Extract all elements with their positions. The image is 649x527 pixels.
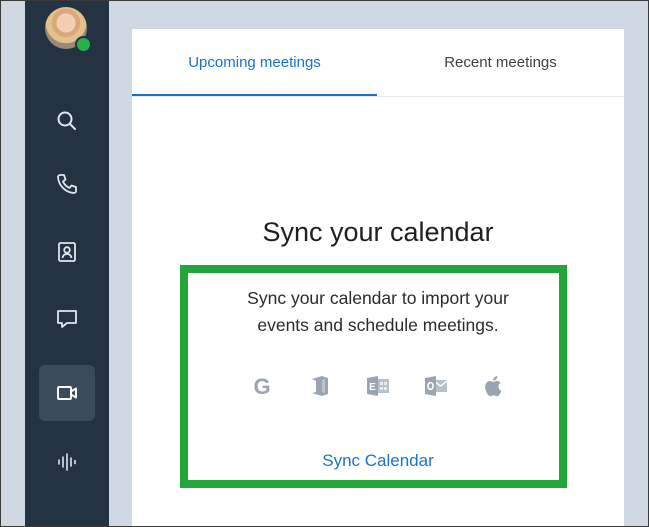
contact-card-icon <box>55 240 79 264</box>
office-icon[interactable] <box>306 372 334 400</box>
description-line-2: events and schedule meetings. <box>257 315 499 335</box>
svg-text:G: G <box>253 374 270 399</box>
sidebar-item-chat[interactable] <box>39 291 95 347</box>
active-tab-indicator <box>132 94 377 96</box>
sidebar-item-contacts[interactable] <box>39 224 95 280</box>
app-window: Upcoming meetings Recent meetings Sync y… <box>0 0 649 527</box>
sidebar-item-search[interactable] <box>39 93 95 149</box>
sidebar <box>25 1 109 526</box>
sync-calendar-link[interactable]: Sync Calendar <box>132 451 624 471</box>
online-status-indicator <box>75 36 92 53</box>
tab-upcoming-meetings[interactable]: Upcoming meetings <box>132 29 377 96</box>
chat-bubble-icon <box>55 307 79 331</box>
page-title: Sync your calendar <box>262 217 494 247</box>
tab-recent-meetings[interactable]: Recent meetings <box>377 29 624 96</box>
sidebar-item-voicemail[interactable] <box>39 434 95 490</box>
audio-wave-icon <box>55 450 79 474</box>
apple-icon[interactable] <box>480 372 508 400</box>
outlook-icon[interactable] <box>422 372 450 400</box>
meetings-tabs: Upcoming meetings Recent meetings <box>132 29 624 97</box>
sidebar-item-calls[interactable] <box>39 156 95 212</box>
google-icon[interactable]: G <box>248 372 276 400</box>
search-icon <box>55 109 79 133</box>
svg-text:E: E <box>369 382 376 393</box>
phone-icon <box>55 172 79 196</box>
sidebar-item-meetings[interactable] <box>39 365 95 421</box>
exchange-icon[interactable]: E <box>364 372 392 400</box>
calendar-provider-icons: G E <box>132 371 624 401</box>
meetings-panel: Upcoming meetings Recent meetings Sync y… <box>132 29 624 526</box>
sync-description: Sync your calendar to import your events… <box>132 285 624 339</box>
video-camera-icon <box>55 381 79 405</box>
description-line-1: Sync your calendar to import your <box>247 288 509 308</box>
